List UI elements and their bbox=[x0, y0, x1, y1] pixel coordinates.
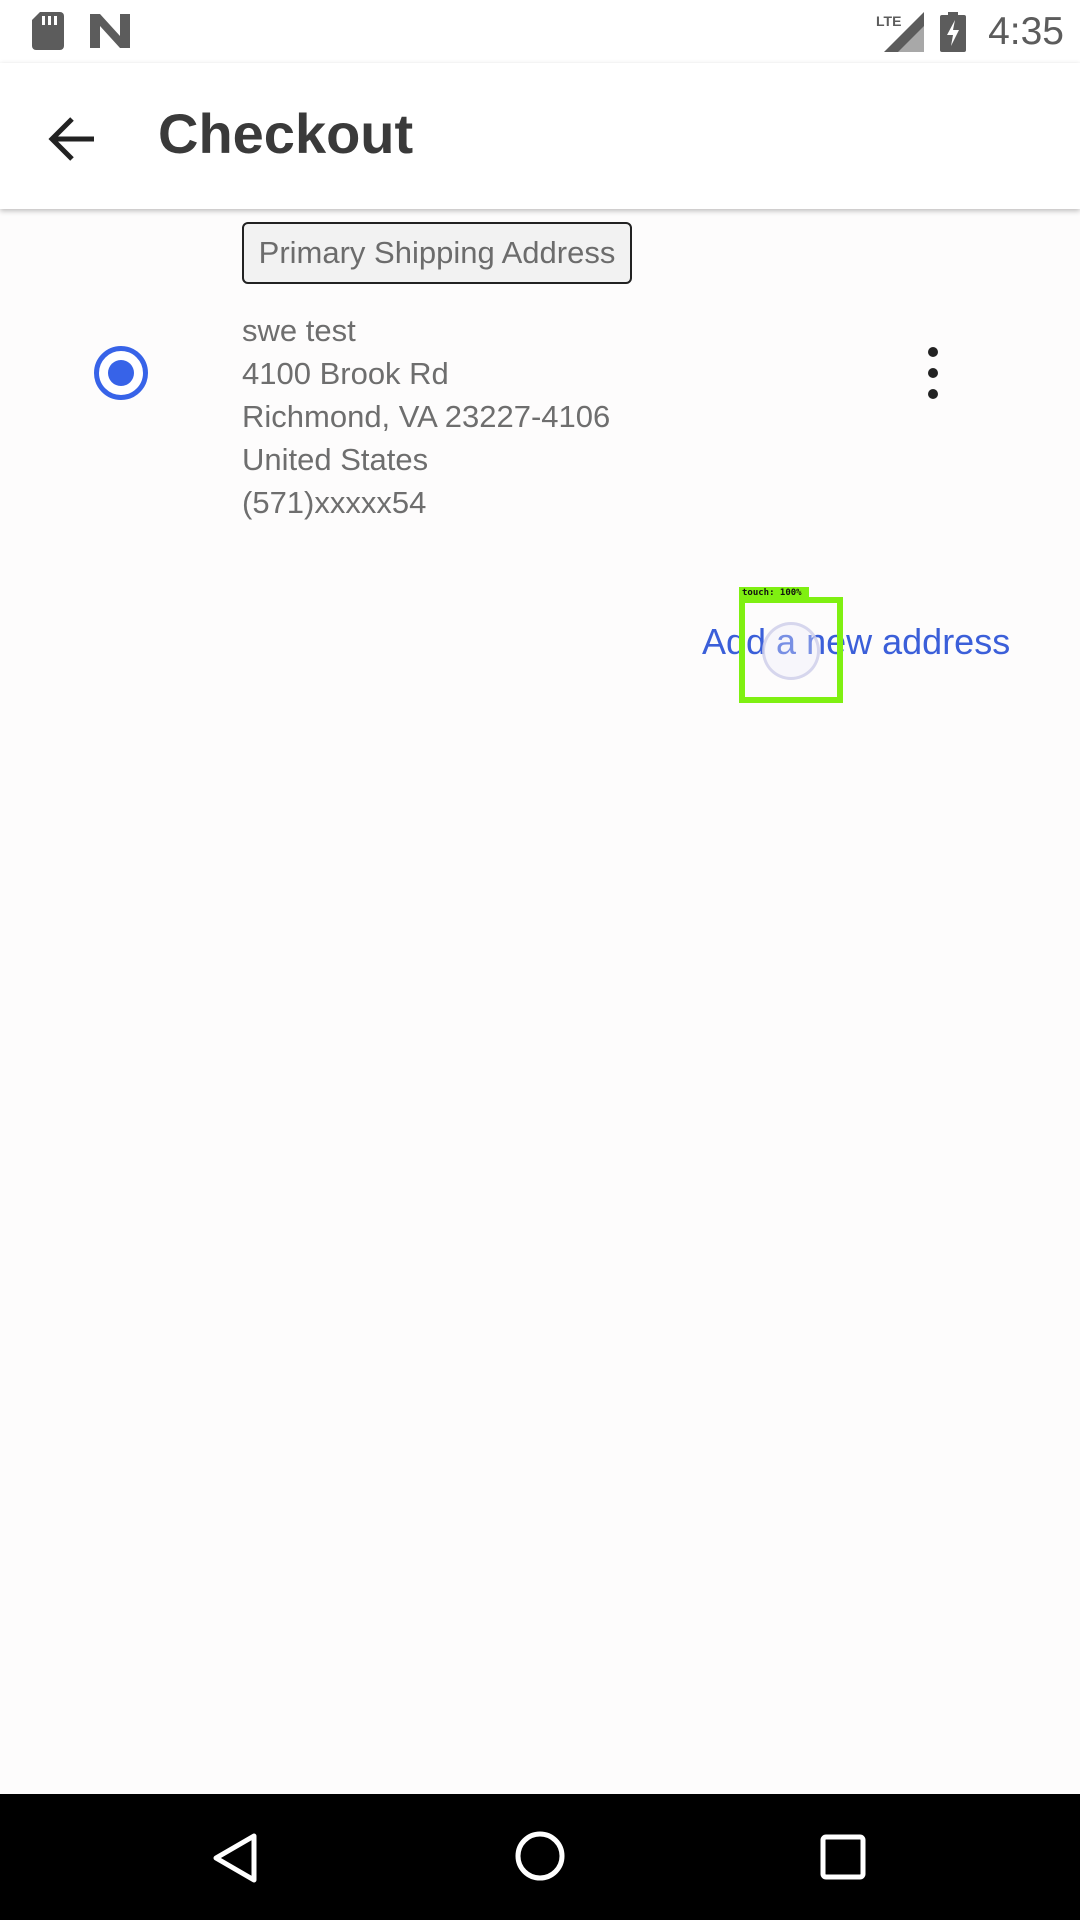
n-notification-icon bbox=[90, 14, 130, 53]
lte-signal-icon: LTE bbox=[876, 12, 924, 57]
recents-square-icon[interactable] bbox=[820, 1834, 866, 1885]
primary-shipping-address-tag: Primary Shipping Address bbox=[242, 222, 632, 284]
status-bar: LTE 4:35 bbox=[0, 0, 1080, 63]
address-list: Primary Shipping Address swe test 4100 B… bbox=[0, 209, 1080, 1794]
system-nav-bar bbox=[0, 1794, 1080, 1920]
arrow-left-icon bbox=[48, 117, 94, 161]
address-city-state-zip: Richmond, VA 23227-4106 bbox=[242, 399, 611, 434]
touch-indicator-box bbox=[739, 597, 843, 703]
checkout-screen: LTE 4:35 Checkout Primary Shipping Addre… bbox=[0, 0, 1080, 1920]
radio-selected-dot bbox=[108, 360, 134, 386]
address-name: swe test bbox=[242, 313, 356, 348]
address-radio-button[interactable] bbox=[94, 346, 148, 400]
battery-charging-icon bbox=[940, 12, 966, 57]
sd-card-icon bbox=[32, 12, 64, 55]
address-phone: (571)xxxxx54 bbox=[242, 485, 427, 520]
address-country: United States bbox=[242, 442, 429, 477]
more-options-button[interactable] bbox=[908, 341, 958, 405]
back-button[interactable] bbox=[34, 101, 110, 177]
app-bar: Checkout bbox=[0, 63, 1080, 209]
address-street: 4100 Brook Rd bbox=[242, 356, 449, 391]
touch-indicator-label: touch: 100% bbox=[739, 587, 809, 599]
status-time: 4:35 bbox=[988, 10, 1064, 53]
lte-label: LTE bbox=[876, 13, 901, 29]
page-title: Checkout bbox=[158, 102, 414, 165]
home-circle-icon[interactable] bbox=[514, 1830, 566, 1887]
address-card[interactable]: swe test 4100 Brook Rd Richmond, VA 2322… bbox=[242, 309, 862, 524]
back-triangle-icon[interactable] bbox=[210, 1832, 260, 1889]
